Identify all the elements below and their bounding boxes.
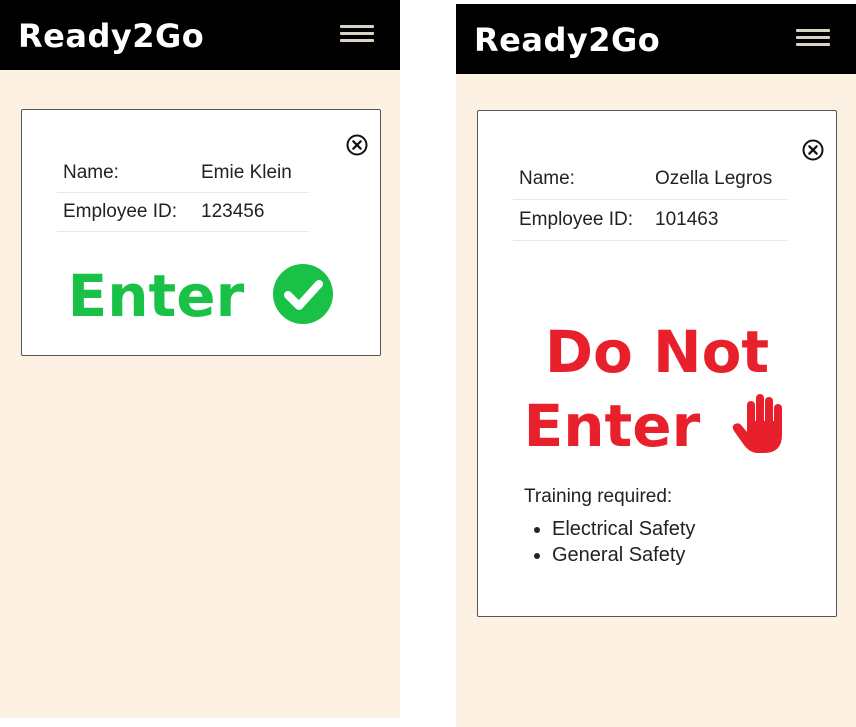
status-text: Enter (67, 262, 245, 330)
name-value: Emie Klein (195, 154, 309, 193)
list-item: Electrical Safety (552, 516, 695, 542)
close-icon[interactable] (346, 134, 368, 156)
employee-id-row: Employee ID: 101463 (513, 199, 787, 241)
hamburger-menu-icon[interactable] (340, 25, 374, 43)
employee-id-label: Employee ID: (57, 192, 195, 232)
name-row: Name: Emie Klein (57, 154, 309, 193)
brand-logo: Ready2Go (18, 17, 205, 55)
stop-hand-icon (733, 393, 783, 453)
training-list: Electrical Safety General Safety (524, 516, 695, 568)
phone-screen-enter: Ready2Go Name: Emie Klein Employee ID: 1… (0, 0, 400, 718)
name-value: Ozella Legros (649, 159, 787, 200)
close-icon[interactable] (802, 139, 824, 161)
status-enter: Enter (22, 262, 380, 330)
employee-id-value: 123456 (195, 192, 309, 232)
phone-screen-do-not-enter: Ready2Go Name: Ozella Legros Employee ID… (456, 4, 856, 727)
app-header: Ready2Go (456, 4, 856, 74)
list-item: General Safety (552, 542, 695, 568)
status-text-line2: Enter (523, 392, 701, 460)
status-do-not-enter: Do Not Enter (478, 315, 836, 463)
status-text-line1: Do Not (544, 318, 770, 386)
hamburger-menu-icon[interactable] (796, 29, 830, 47)
employee-status-card: Name: Emie Klein Employee ID: 123456 Ent… (21, 109, 381, 356)
employee-id-value: 101463 (649, 199, 787, 241)
check-circle-icon (273, 263, 334, 324)
status-line2: Enter (478, 389, 836, 463)
employee-info-table: Name: Ozella Legros Employee ID: 101463 (513, 159, 787, 241)
training-required-label: Training required: (524, 486, 673, 507)
employee-id-row: Employee ID: 123456 (57, 192, 309, 232)
employee-status-card: Name: Ozella Legros Employee ID: 101463 … (477, 110, 837, 617)
name-label: Name: (513, 159, 649, 200)
employee-id-label: Employee ID: (513, 199, 649, 241)
name-row: Name: Ozella Legros (513, 159, 787, 200)
brand-logo: Ready2Go (474, 21, 661, 59)
employee-info-table: Name: Emie Klein Employee ID: 123456 (57, 154, 309, 232)
app-header: Ready2Go (0, 0, 400, 70)
name-label: Name: (57, 154, 195, 193)
